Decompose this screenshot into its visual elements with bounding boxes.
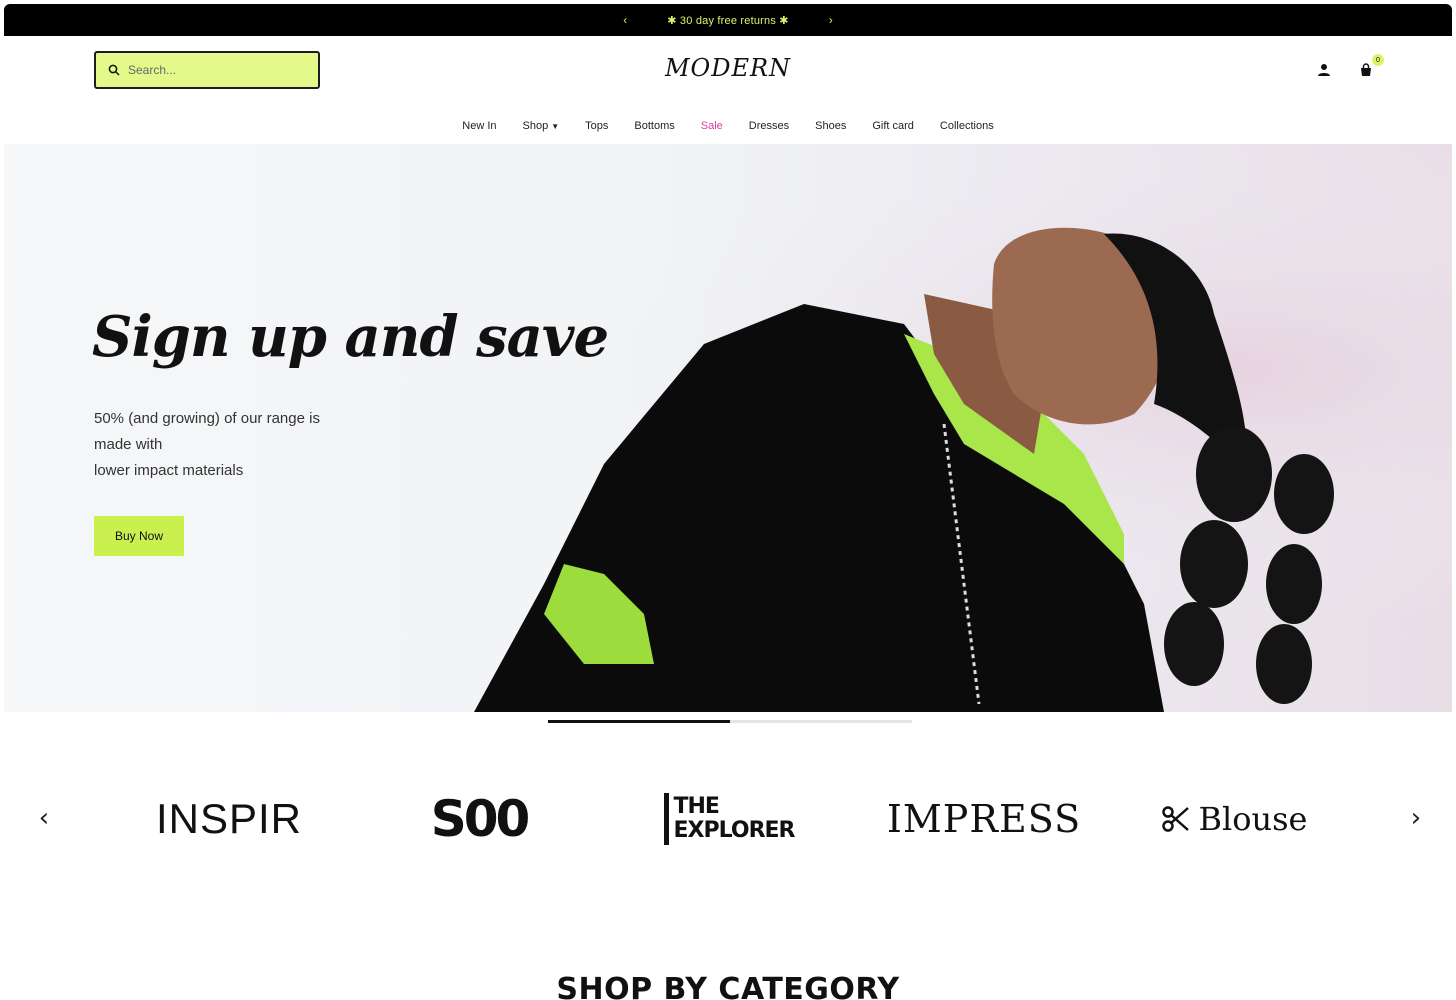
header-actions: 0 bbox=[1314, 54, 1384, 80]
announcement-message: ✱ 30 day free returns ✱ bbox=[667, 14, 789, 27]
slider-progress[interactable] bbox=[548, 720, 912, 723]
hero-subtitle-line: made with bbox=[94, 436, 163, 453]
hero-subtitle-line: lower impact materials bbox=[94, 462, 244, 479]
cart-count-badge: 0 bbox=[1372, 54, 1384, 66]
brand-carousel: ‹ INSPIR S00 THE EXPLORER IMPRESS Blouse… bbox=[4, 774, 1452, 864]
hero-banner: Sign up and save 50% (and growing) of ou… bbox=[4, 144, 1452, 712]
site-logo[interactable]: MODERN bbox=[4, 54, 1452, 82]
nav-label: Collections bbox=[939, 120, 994, 132]
scissors-icon bbox=[1161, 806, 1189, 832]
main-nav: New In Shop ▼ Tops Bottoms Sale Dresses S… bbox=[4, 108, 1452, 144]
nav-label: Shoes bbox=[815, 120, 847, 132]
nav-item-bottoms[interactable]: Bottoms bbox=[634, 120, 674, 132]
slider-progress-fill bbox=[548, 720, 730, 723]
site-header: MODERN 0 bbox=[4, 36, 1452, 108]
nav-item-new-in[interactable]: New In bbox=[462, 120, 496, 132]
announcement-next-button[interactable]: › bbox=[829, 13, 833, 27]
brand-logo-s00[interactable]: S00 bbox=[404, 774, 554, 864]
chevron-down-icon: ▼ bbox=[551, 121, 560, 131]
announcement-prev-button[interactable]: ‹ bbox=[623, 13, 627, 27]
brand-logo-bar bbox=[663, 793, 669, 845]
shopping-bag-icon[interactable]: 0 bbox=[1356, 54, 1384, 80]
brand-logo-inspir[interactable]: INSPIR bbox=[134, 774, 324, 864]
nav-item-shoes[interactable]: Shoes bbox=[815, 120, 846, 132]
announcement-bar: ‹ ✱ 30 day free returns ✱ › bbox=[4, 4, 1452, 36]
nav-item-shop[interactable]: Shop ▼ bbox=[523, 120, 560, 132]
nav-label: Tops bbox=[585, 120, 609, 132]
nav-item-collections[interactable]: Collections bbox=[940, 120, 994, 132]
nav-label: Sale bbox=[700, 120, 723, 132]
chevron-right-icon[interactable]: › bbox=[1404, 803, 1428, 833]
brand-logo-text: Blouse bbox=[1198, 800, 1308, 838]
brand-logo-impress[interactable]: IMPRESS bbox=[884, 774, 1084, 864]
nav-item-dresses[interactable]: Dresses bbox=[749, 120, 789, 132]
brand-logo-line: THE bbox=[673, 794, 720, 819]
nav-label: Dresses bbox=[748, 120, 790, 132]
nav-label: Bottoms bbox=[634, 120, 675, 132]
section-title-shop-by-category: SHOP BY CATEGORY bbox=[556, 972, 900, 1000]
nav-item-sale[interactable]: Sale bbox=[701, 120, 723, 132]
user-icon[interactable] bbox=[1314, 60, 1334, 80]
nav-label: Gift card bbox=[872, 120, 914, 132]
brand-logo-blouse[interactable]: Blouse bbox=[1134, 774, 1334, 864]
brand-logo-text: THE EXPLORER bbox=[673, 794, 796, 843]
nav-item-gift-card[interactable]: Gift card bbox=[872, 120, 914, 132]
buy-now-button[interactable]: Buy Now bbox=[94, 516, 184, 556]
chevron-left-icon[interactable]: ‹ bbox=[32, 803, 56, 833]
hero-subtitle-line: 50% (and growing) of our range is bbox=[94, 410, 320, 427]
nav-label: New In bbox=[462, 120, 497, 132]
hero-title: Sign up and save bbox=[92, 304, 609, 370]
brand-logo-the-explorer[interactable]: THE EXPLORER bbox=[654, 774, 804, 864]
hero-subtitle: 50% (and growing) of our range is made w… bbox=[94, 406, 394, 484]
brand-logo-line: EXPLORER bbox=[673, 818, 796, 843]
nav-item-tops[interactable]: Tops bbox=[585, 120, 608, 132]
page-frame: ‹ ✱ 30 day free returns ✱ › MODERN 0 New… bbox=[4, 4, 1452, 1000]
nav-label: Shop bbox=[522, 120, 549, 132]
